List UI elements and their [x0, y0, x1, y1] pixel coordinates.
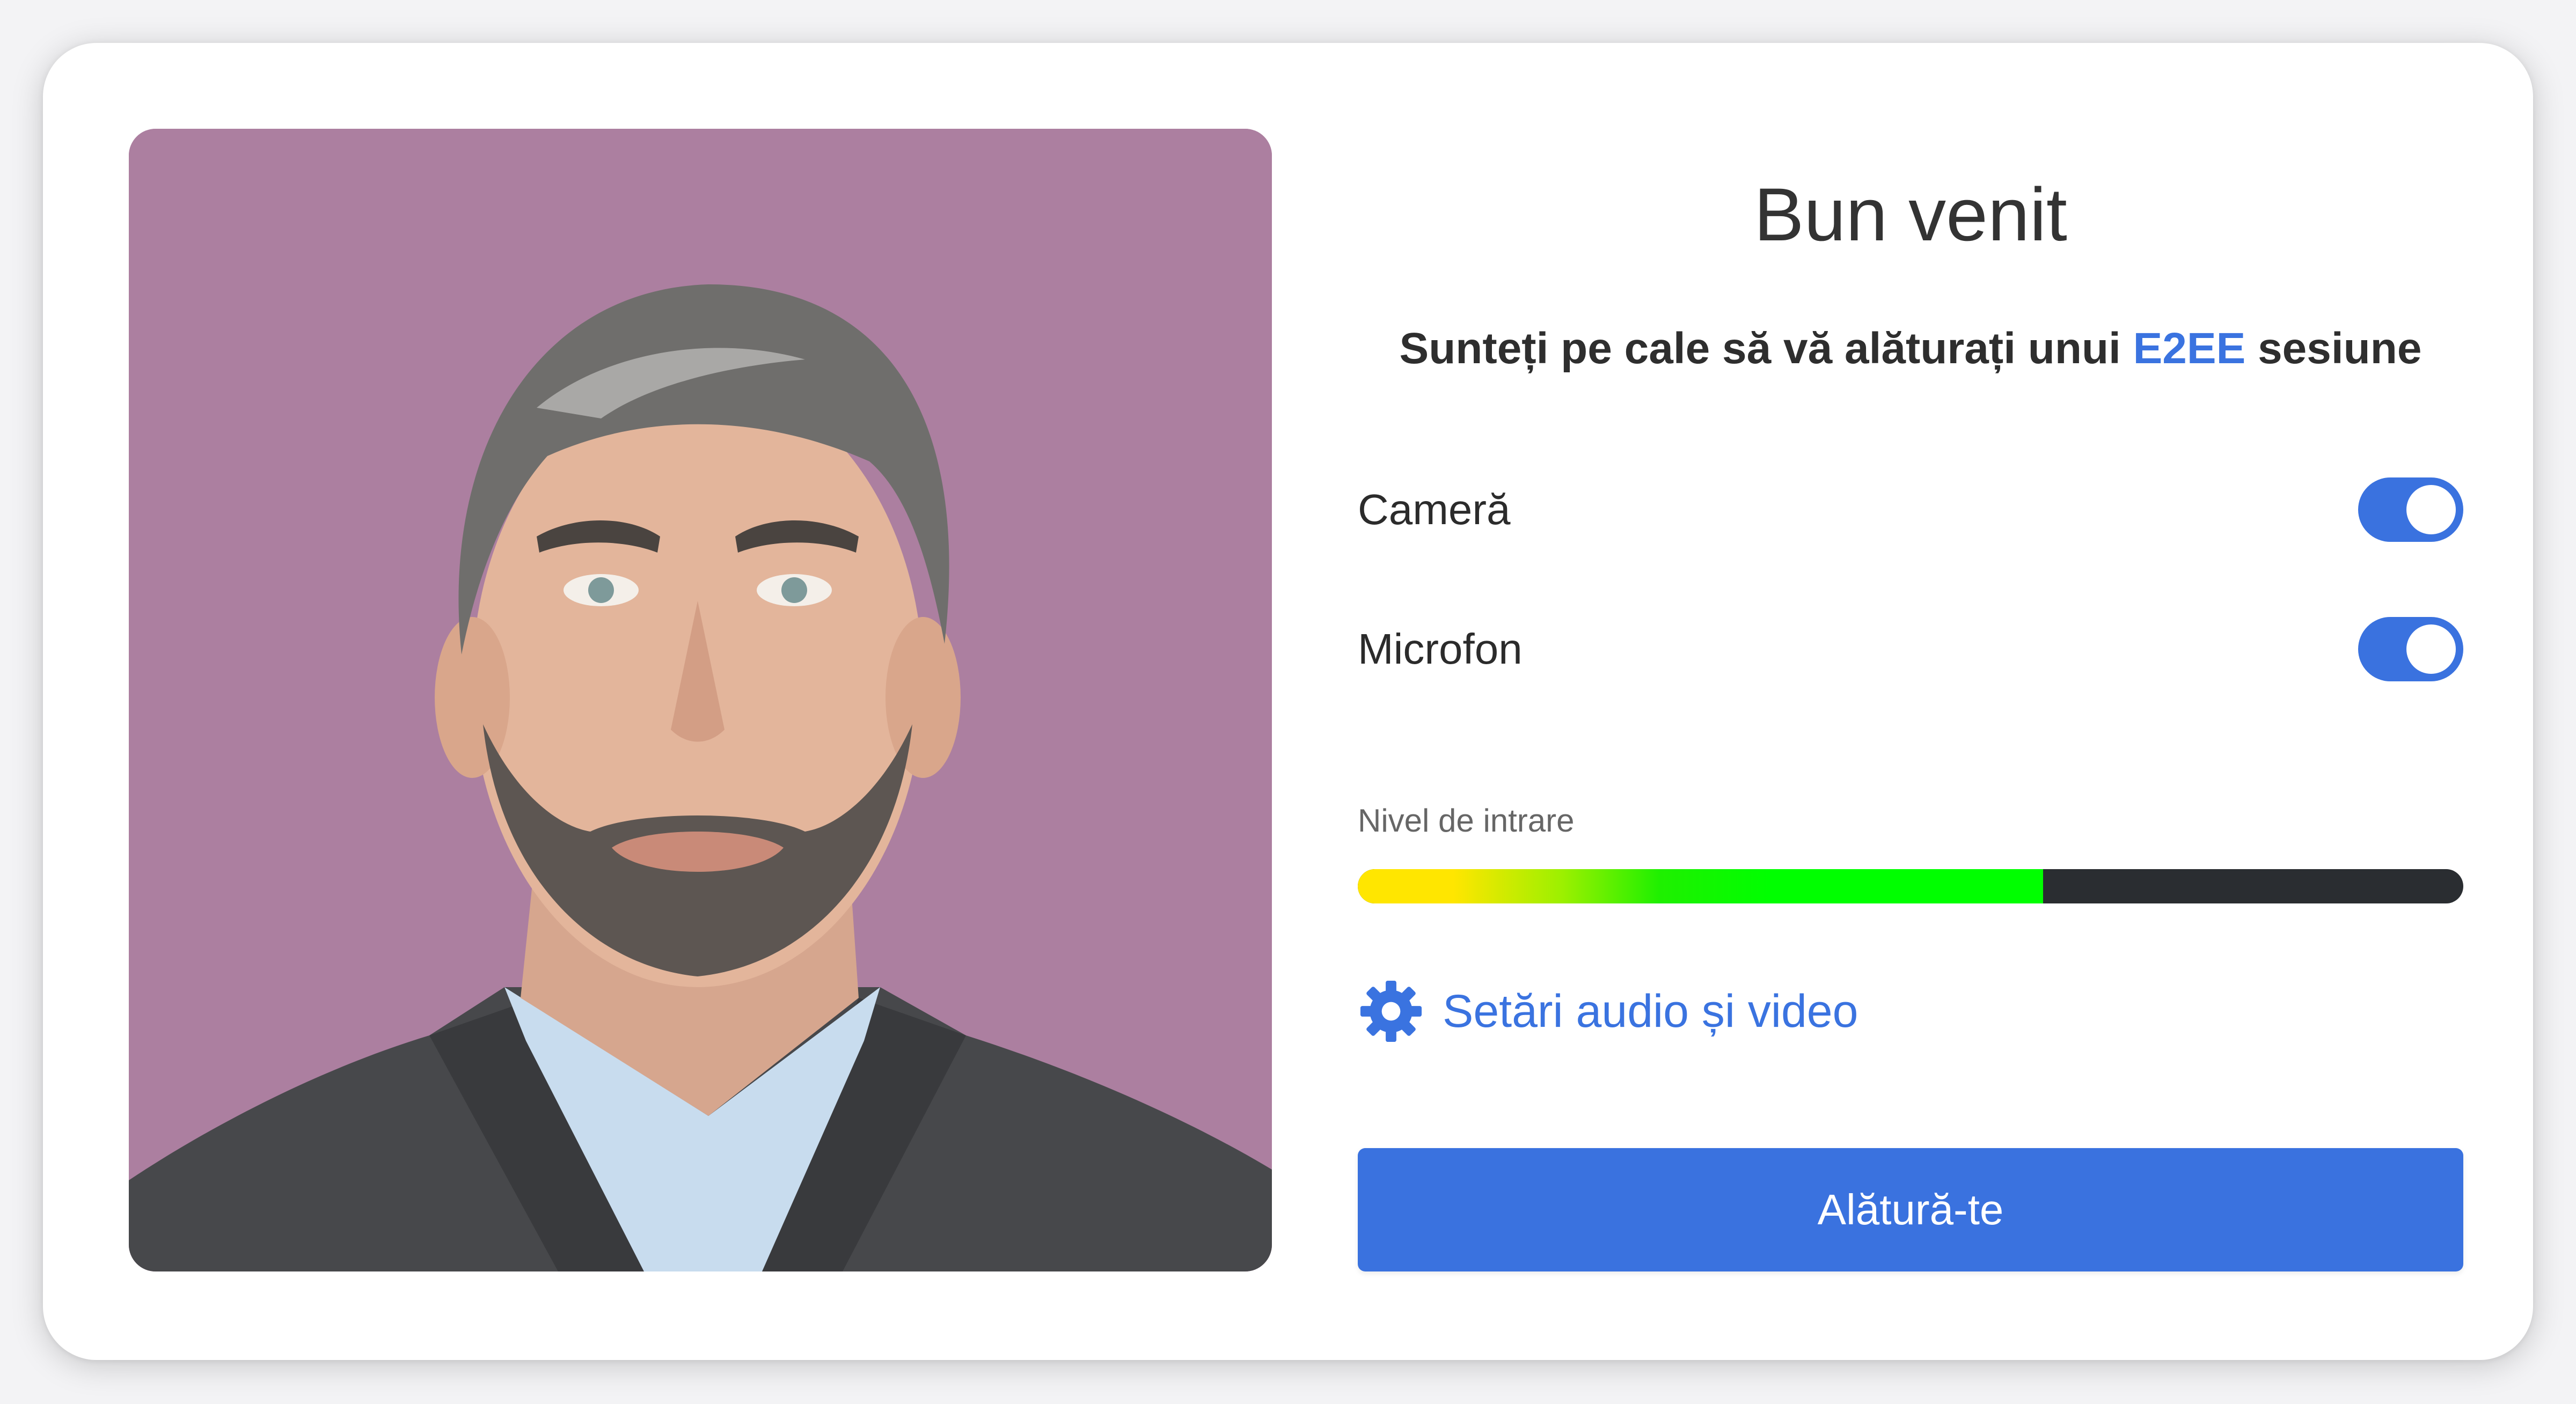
- subtitle-text-before: Sunteți pe cale să vă alăturați unui: [1399, 324, 2133, 373]
- session-subtitle: Sunteți pe cale să vă alăturați unui E2E…: [1358, 322, 2463, 376]
- camera-label: Cameră: [1358, 486, 1511, 533]
- microphone-row: Microfon: [1358, 617, 2463, 681]
- microphone-label: Microfon: [1358, 625, 1523, 673]
- input-level-label: Nivel de intrare: [1358, 803, 1575, 839]
- camera-preview: [129, 129, 1272, 1271]
- camera-preview-image: [129, 129, 1272, 1271]
- microphone-toggle[interactable]: [2358, 617, 2463, 681]
- audio-video-settings-label: Setări audio și video: [1443, 986, 1858, 1037]
- subtitle-text-after: sesiune: [2245, 324, 2422, 373]
- camera-row: Cameră: [1358, 477, 2463, 542]
- input-level-fill: [1358, 869, 2044, 903]
- audio-video-settings-link[interactable]: Setări audio și video: [1358, 976, 1858, 1046]
- input-level-meter: [1358, 869, 2463, 903]
- camera-toggle[interactable]: [2358, 477, 2463, 542]
- microphone-toggle-knob: [2406, 624, 2456, 674]
- join-panel: Bun venit Sunteți pe cale să vă alăturaț…: [1358, 129, 2463, 1271]
- e2ee-highlight: E2EE: [2133, 324, 2246, 373]
- camera-toggle-knob: [2406, 485, 2456, 534]
- join-button[interactable]: Alătură-te: [1358, 1148, 2463, 1271]
- page-title: Bun venit: [1754, 172, 2067, 256]
- gear-icon: [1358, 978, 1424, 1045]
- prejoin-card: Bun venit Sunteți pe cale să vă alăturaț…: [43, 43, 2533, 1360]
